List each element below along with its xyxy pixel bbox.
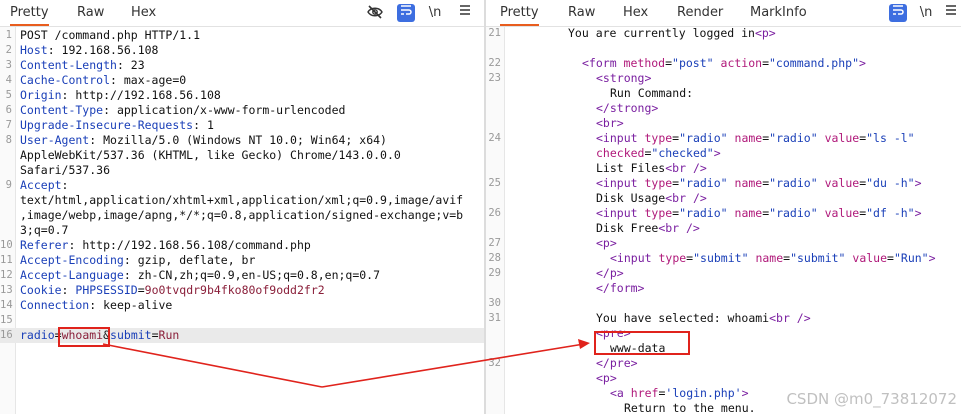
annotation-arrow [102,339,590,388]
watermark: CSDN @m0_73812072 [786,390,957,408]
